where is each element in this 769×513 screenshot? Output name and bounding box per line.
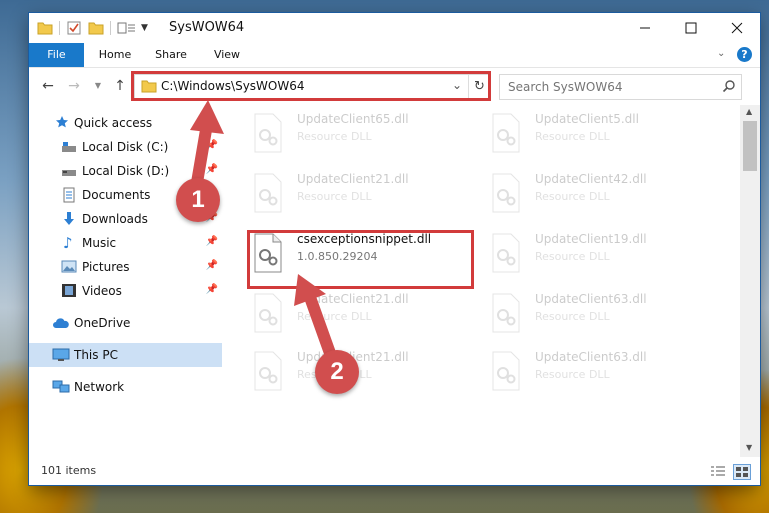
callout-step-2: 2 (315, 350, 359, 394)
callout-step-1: 1 (176, 178, 220, 222)
annotation-arrows (188, 100, 342, 376)
